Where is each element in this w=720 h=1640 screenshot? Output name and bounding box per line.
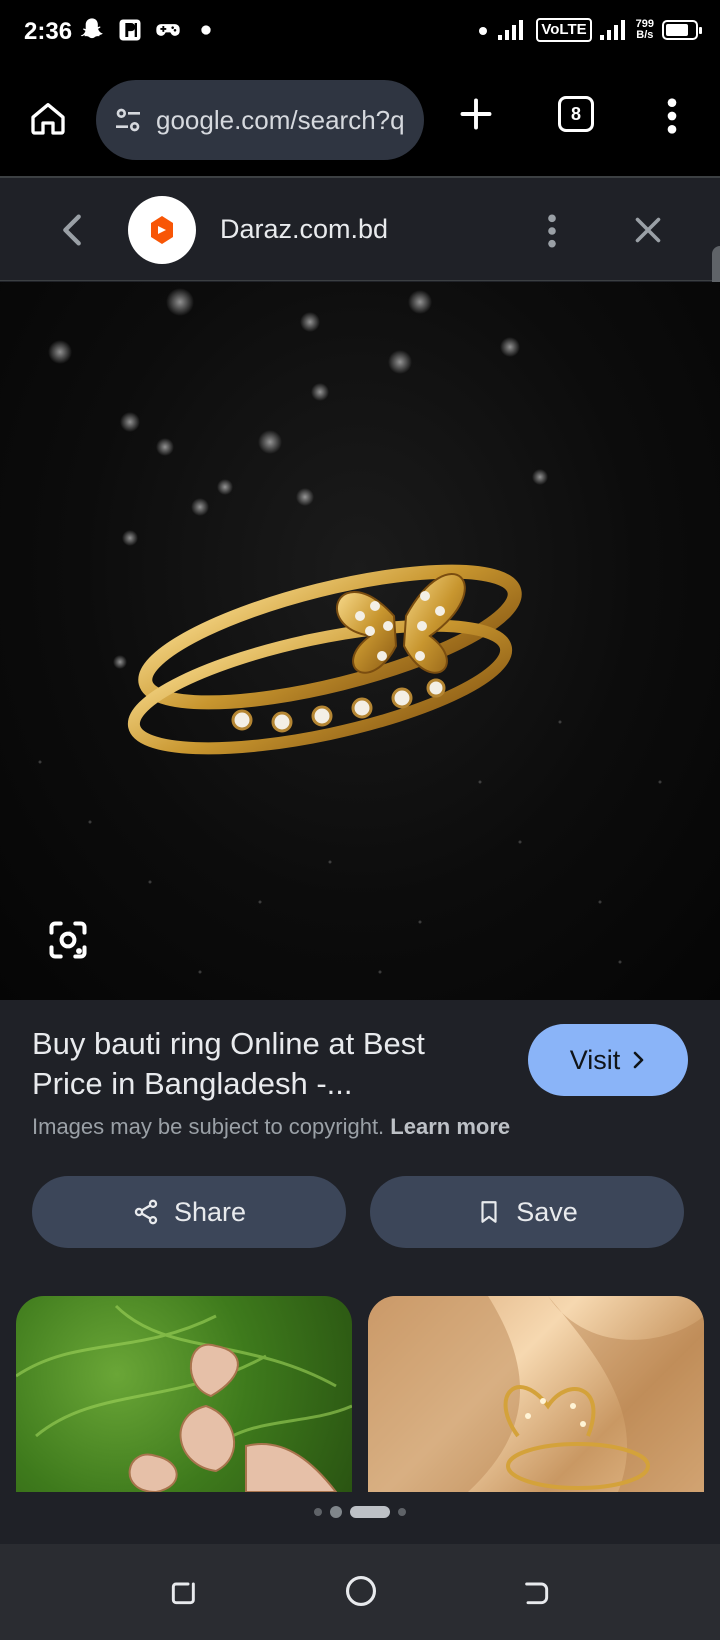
- save-button[interactable]: Save: [370, 1176, 684, 1248]
- image-preview-panel: Daraz.com.bd Buy bauti ring Online at Be…: [0, 176, 720, 1544]
- snapchat-icon: [80, 18, 103, 39]
- dot-icon: [201, 25, 211, 35]
- related-image-thumbnail[interactable]: [368, 1296, 704, 1492]
- network-speed-unit: B/s: [636, 29, 654, 41]
- ring-photo: [38, 288, 662, 974]
- page-dot: [398, 1508, 406, 1516]
- system-navigation-bar: [0, 1544, 720, 1640]
- browser-toolbar: google.com/search?q 8: [0, 66, 720, 176]
- share-icon: [134, 1199, 158, 1225]
- home-icon[interactable]: [28, 98, 68, 138]
- tab-count: 8: [570, 103, 581, 124]
- page-dot: [330, 1506, 342, 1518]
- visit-button-label: Visit: [569, 1044, 621, 1075]
- signal-icon: [498, 20, 524, 40]
- copyright-notice: Images may be subject to copyright. Lear…: [32, 1114, 510, 1140]
- divider: [0, 280, 720, 281]
- page-indicator: [0, 1506, 720, 1518]
- learn-more-link[interactable]: Learn more: [390, 1114, 510, 1139]
- dot-icon: [479, 27, 488, 35]
- url-text[interactable]: google.com/search?q: [156, 105, 405, 136]
- page-dot: [314, 1508, 322, 1516]
- back-icon[interactable]: [520, 1576, 552, 1608]
- status-time: 2:36: [24, 18, 73, 45]
- share-button[interactable]: Share: [32, 1176, 346, 1248]
- parking-icon: [119, 19, 141, 41]
- site-settings-icon[interactable]: [112, 104, 144, 136]
- google-lens-icon[interactable]: [46, 918, 90, 962]
- battery-level: [666, 24, 689, 36]
- visit-button[interactable]: Visit: [528, 1024, 688, 1096]
- url-bar[interactable]: google.com/search?q: [96, 80, 424, 160]
- back-chevron-icon[interactable]: [56, 210, 88, 250]
- save-button-label: Save: [516, 1196, 578, 1227]
- signal-icon: [599, 20, 625, 40]
- home-circle-icon[interactable]: [344, 1574, 378, 1608]
- copyright-text: Images may be subject to copyright.: [32, 1114, 385, 1139]
- gamepad-icon: [156, 24, 180, 36]
- chevron-right-icon: [633, 1051, 644, 1069]
- result-title[interactable]: Buy bauti ring Online at Best Price in B…: [32, 1024, 482, 1104]
- close-icon[interactable]: [630, 212, 666, 248]
- new-tab-icon[interactable]: [458, 96, 494, 132]
- status-bar: 2:36 VoLTE 799 B/s: [0, 0, 720, 66]
- site-logo[interactable]: [128, 196, 196, 264]
- volte-badge: VoLTE: [536, 18, 592, 42]
- status-right-icons: VoLTE 799 B/s: [476, 18, 702, 42]
- product-image[interactable]: [0, 282, 720, 1000]
- battery-icon: [662, 20, 702, 40]
- page-dot-active: [350, 1506, 390, 1518]
- bookmark-icon: [481, 1201, 497, 1223]
- more-options-icon[interactable]: [542, 212, 562, 250]
- daraz-logo-icon: [151, 216, 173, 244]
- panel-header: Daraz.com.bd: [0, 178, 720, 280]
- butterfly-ring-photo: [368, 1296, 704, 1492]
- site-name[interactable]: Daraz.com.bd: [220, 214, 388, 245]
- tab-switcher-button[interactable]: 8: [558, 96, 594, 132]
- overflow-menu-icon[interactable]: [660, 96, 684, 136]
- network-speed: 799 B/s: [636, 19, 654, 41]
- related-image-thumbnail[interactable]: [16, 1296, 352, 1492]
- status-left-icons: [78, 16, 220, 44]
- recent-apps-icon[interactable]: [168, 1576, 200, 1608]
- dragonfly-ring-photo: [16, 1304, 352, 1492]
- share-button-label: Share: [173, 1196, 247, 1227]
